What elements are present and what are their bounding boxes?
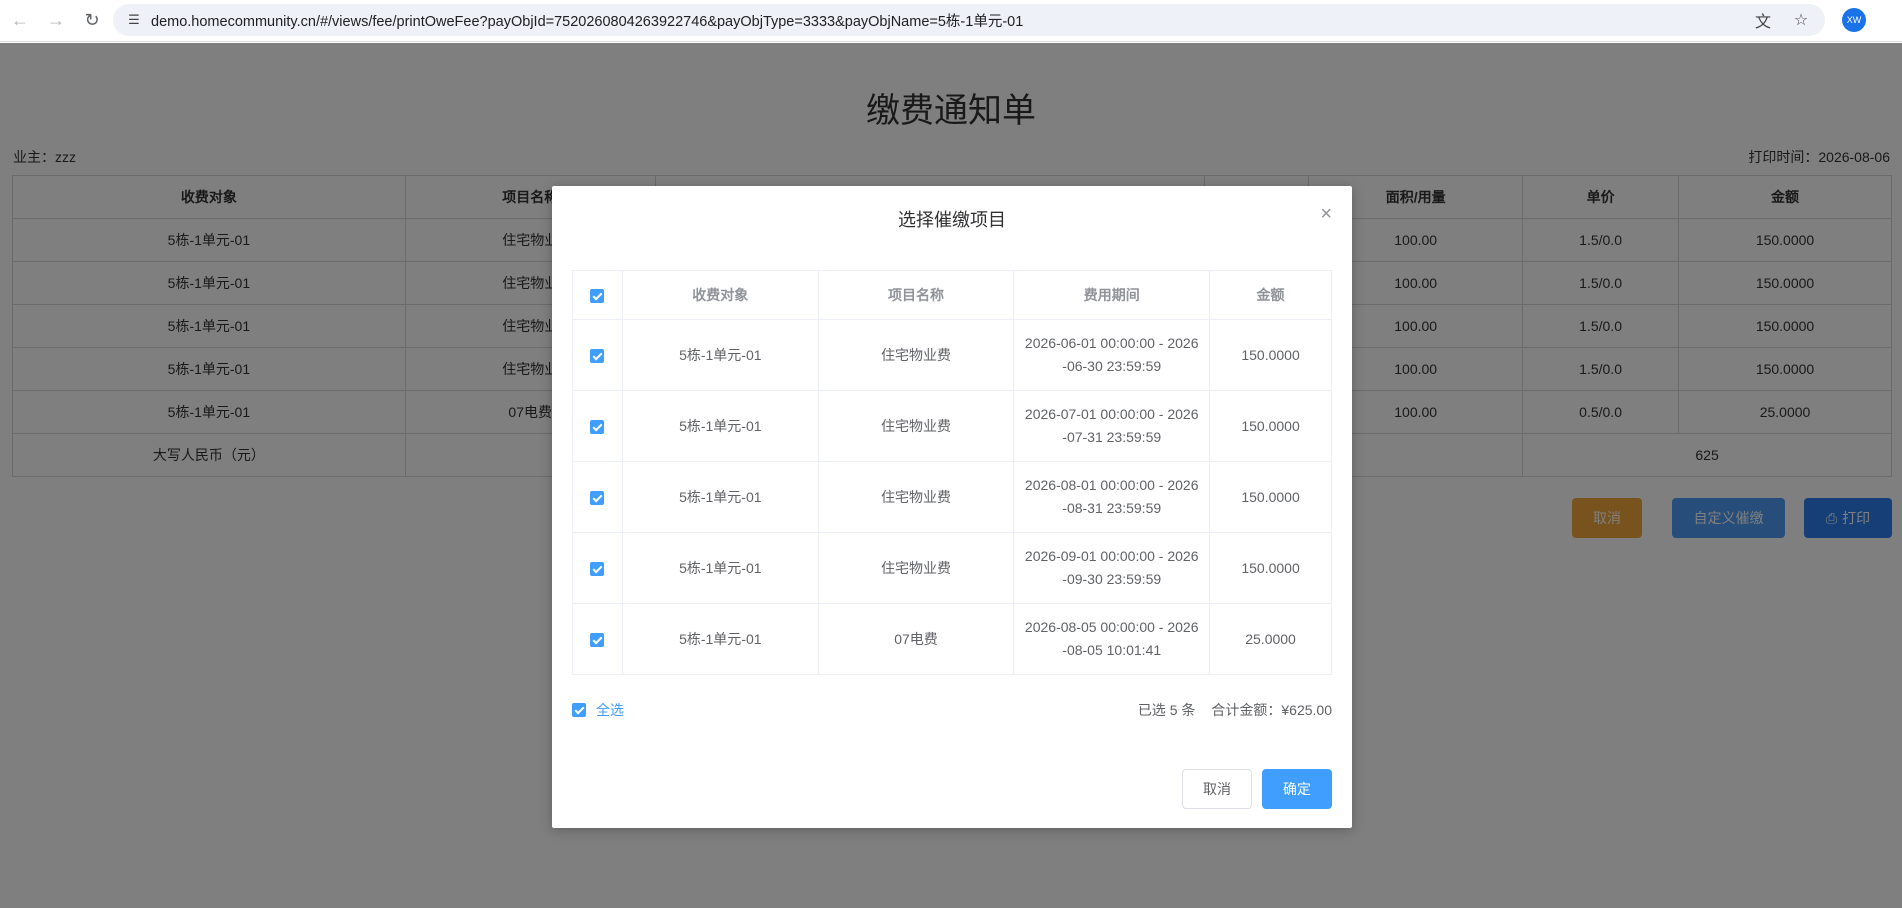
cell-item: 住宅物业费 (817, 319, 1015, 391)
row-checkbox[interactable] (590, 632, 605, 647)
row-checkbox-cell (572, 390, 623, 462)
cell-amount: 150.0000 (1209, 532, 1332, 604)
forward-icon[interactable]: → (38, 3, 74, 39)
profile-avatar[interactable]: XW (1842, 8, 1866, 32)
cell-period: 2026-08-01 00:00:00 - 2026 -08-31 23:59:5… (1013, 461, 1211, 533)
cell-amount: 150.0000 (1209, 461, 1332, 533)
back-icon[interactable]: ← (2, 3, 38, 39)
period-end: -06-30 23:59:59 (1062, 358, 1162, 374)
cell-object: 5栋-1单元-01 (621, 603, 819, 675)
row-checkbox[interactable] (590, 561, 605, 576)
bookmark-star-icon[interactable]: ☆ (1789, 8, 1813, 32)
dialog-confirm-button[interactable]: 确定 (1262, 769, 1332, 809)
select-all-box[interactable] (572, 703, 586, 717)
header-cell: 收费对象 (621, 270, 819, 320)
browser-toolbar: ← → ↻ ☰ demo.homecommunity.cn/#/views/fe… (0, 0, 1902, 42)
select-all-checkbox[interactable]: 全选 (572, 700, 624, 720)
close-icon[interactable]: × (1320, 204, 1332, 224)
table-row[interactable]: 5栋-1单元-01 07电费 2026-08-05 00:00:00 - 202… (572, 603, 1332, 675)
header-cell: 费用期间 (1013, 270, 1211, 320)
total-amount: 合计金额：¥625.00 (1211, 702, 1332, 718)
table-row[interactable]: 5栋-1单元-01 住宅物业费 2026-09-01 00:00:00 - 20… (572, 532, 1332, 604)
period-end: -08-05 10:01:41 (1062, 642, 1162, 658)
row-checkbox-cell (572, 532, 623, 604)
selection-summary: 已选 5 条 合计金额：¥625.00 (1138, 700, 1332, 720)
cell-item: 07电费 (817, 603, 1015, 675)
selected-count: 已选 5 条 (1137, 702, 1196, 718)
cell-object: 5栋-1单元-01 (621, 532, 819, 604)
items-table: 收费对象 项目名称 费用期间 金额 5栋-1单元-01 住宅物业费 2026-0… (572, 270, 1332, 675)
header-cell: 项目名称 (817, 270, 1015, 320)
reload-icon[interactable]: ↻ (74, 3, 110, 39)
header-checkbox[interactable] (590, 289, 605, 304)
cell-period: 2026-07-01 00:00:00 - 2026 -07-31 23:59:5… (1013, 390, 1211, 462)
select-all-label[interactable]: 全选 (596, 700, 624, 720)
period-start: 2026-09-01 00:00:00 - 2026 (1024, 548, 1199, 564)
table-row[interactable]: 5栋-1单元-01 住宅物业费 2026-08-01 00:00:00 - 20… (572, 461, 1332, 533)
header-checkbox-cell (572, 270, 623, 320)
table-row[interactable]: 5栋-1单元-01 住宅物业费 2026-06-01 00:00:00 - 20… (572, 319, 1332, 391)
period-end: -09-30 23:59:59 (1062, 571, 1162, 587)
cell-amount: 25.0000 (1209, 603, 1332, 675)
cell-object: 5栋-1单元-01 (621, 319, 819, 391)
cell-object: 5栋-1单元-01 (621, 390, 819, 462)
header-cell: 金额 (1209, 270, 1332, 320)
cell-period: 2026-08-05 00:00:00 - 2026 -08-05 10:01:4… (1013, 603, 1211, 675)
cell-object: 5栋-1单元-01 (621, 461, 819, 533)
period-end: -08-31 23:59:59 (1062, 500, 1162, 516)
select-items-dialog: 选择催缴项目 × 收费对象 项目名称 费用期间 金额 5栋-1单元-01 住宅物… (552, 186, 1352, 828)
cell-item: 住宅物业费 (817, 390, 1015, 462)
translate-icon[interactable]: 文 (1751, 8, 1775, 32)
row-checkbox[interactable] (590, 490, 605, 505)
site-info-icon[interactable]: ☰ (119, 5, 149, 35)
cell-item: 住宅物业费 (817, 461, 1015, 533)
period-start: 2026-08-01 00:00:00 - 2026 (1024, 477, 1199, 493)
row-checkbox-cell (572, 603, 623, 675)
row-checkbox[interactable] (590, 348, 605, 363)
row-checkbox-cell (572, 461, 623, 533)
table-row[interactable]: 5栋-1单元-01 住宅物业费 2026-07-01 00:00:00 - 20… (572, 390, 1332, 462)
dialog-cancel-button[interactable]: 取消 (1182, 769, 1252, 809)
cell-item: 住宅物业费 (817, 532, 1015, 604)
row-checkbox-cell (572, 319, 623, 391)
dialog-title: 选择催缴项目 (898, 210, 1006, 230)
period-end: -07-31 23:59:59 (1062, 429, 1162, 445)
cell-amount: 150.0000 (1209, 390, 1332, 462)
cell-period: 2026-09-01 00:00:00 - 2026 -09-30 23:59:5… (1013, 532, 1211, 604)
cell-period: 2026-06-01 00:00:00 - 2026 -06-30 23:59:5… (1013, 319, 1211, 391)
cell-amount: 150.0000 (1209, 319, 1332, 391)
address-bar[interactable]: ☰ demo.homecommunity.cn/#/views/fee/prin… (113, 4, 1825, 36)
row-checkbox[interactable] (590, 419, 605, 434)
period-start: 2026-06-01 00:00:00 - 2026 (1024, 335, 1199, 351)
period-start: 2026-08-05 00:00:00 - 2026 (1024, 619, 1199, 635)
period-start: 2026-07-01 00:00:00 - 2026 (1024, 406, 1199, 422)
url-text[interactable]: demo.homecommunity.cn/#/views/fee/printO… (151, 10, 1023, 31)
table-header-row: 收费对象 项目名称 费用期间 金额 (572, 270, 1332, 320)
